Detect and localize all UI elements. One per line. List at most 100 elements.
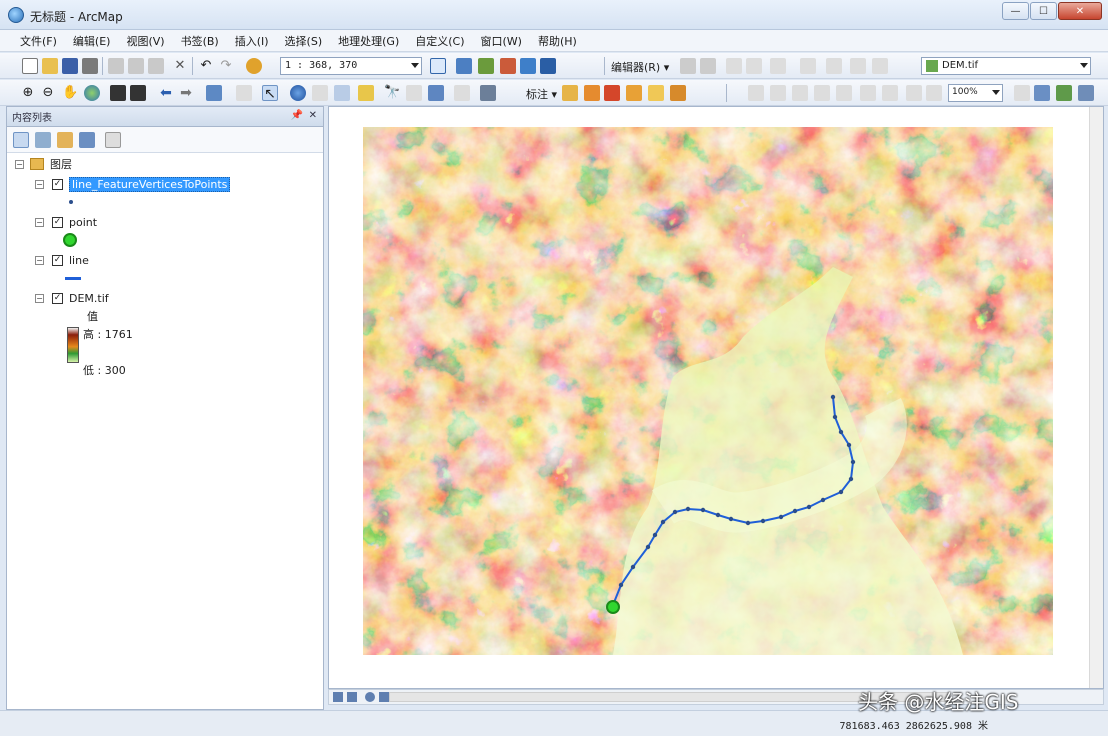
fixed-zoom-in-icon[interactable] (110, 85, 126, 101)
layer-visibility-checkbox[interactable]: ✓ (52, 254, 63, 266)
identify-icon[interactable] (290, 85, 306, 101)
layout-zoom-select[interactable]: 100% (948, 84, 1003, 102)
table-of-contents-icon[interactable] (456, 58, 472, 74)
clear-selection-icon[interactable] (236, 85, 252, 101)
collapse-icon[interactable]: − (35, 179, 44, 189)
focus-data-frame-icon[interactable] (926, 85, 942, 101)
collapse-icon[interactable]: − (35, 217, 44, 227)
vertex-point[interactable] (630, 564, 636, 570)
vertex-point[interactable] (792, 508, 798, 514)
paste-icon[interactable] (148, 58, 164, 74)
layout-pan-icon[interactable] (792, 85, 808, 101)
layout-view-button[interactable] (333, 692, 343, 702)
close-button[interactable]: ✕ (1058, 2, 1102, 20)
layer-visibility-checkbox[interactable]: ✓ (52, 216, 63, 228)
layer-row-point[interactable]: − ✓ point (35, 213, 97, 231)
vertex-point[interactable] (660, 519, 666, 525)
vertex-point[interactable] (715, 512, 721, 518)
menu-item[interactable]: 文件(F) (12, 33, 65, 49)
select-elements-icon[interactable]: ↖ (262, 85, 278, 102)
vertex-point[interactable] (846, 442, 852, 448)
menu-item[interactable]: 视图(V) (118, 33, 172, 49)
vertex-point[interactable] (838, 429, 844, 435)
vertex-point[interactable] (806, 504, 812, 510)
label-priority-icon[interactable] (584, 85, 600, 101)
minimize-button[interactable]: — (1002, 2, 1029, 20)
cut-icon[interactable] (108, 58, 124, 74)
view-unplaced-labels-icon[interactable] (670, 85, 686, 101)
vertex-point[interactable] (652, 532, 658, 538)
collapse-icon[interactable]: − (35, 255, 44, 265)
vertex-point[interactable] (618, 582, 624, 588)
label-manager-icon[interactable] (562, 85, 578, 101)
label-menu[interactable]: 标注 ▾ (526, 86, 557, 102)
layer-name[interactable]: line_FeatureVerticesToPoints (69, 176, 231, 192)
list-by-selection-icon[interactable] (79, 132, 95, 148)
layer-name[interactable]: line (69, 254, 89, 267)
toc-options-icon[interactable] (105, 132, 121, 148)
vertex-point[interactable] (700, 507, 706, 513)
layout-zoom-in-icon[interactable] (748, 85, 764, 101)
list-by-source-icon[interactable] (35, 132, 51, 148)
print-icon[interactable] (82, 58, 98, 74)
vertex-point[interactable] (838, 489, 844, 495)
layer-group[interactable]: − 图层 (15, 155, 72, 173)
zoom-in-icon[interactable]: ⊕ (20, 85, 36, 101)
attributes-icon[interactable] (850, 58, 866, 74)
split-tool-icon[interactable] (770, 58, 786, 74)
editor-toolbar-icon[interactable] (430, 58, 446, 74)
zoom-whole-page-icon[interactable] (814, 85, 830, 101)
fixed-zoom-out-icon[interactable] (130, 85, 146, 101)
vertex-point[interactable] (820, 497, 826, 503)
lock-labels-icon[interactable] (626, 85, 642, 101)
layer-name[interactable]: point (69, 216, 97, 229)
list-by-drawing-order-icon[interactable] (13, 132, 29, 148)
undo-icon[interactable]: ↶ (198, 58, 214, 74)
measure-icon[interactable] (358, 85, 374, 101)
maximize-button[interactable]: ☐ (1030, 2, 1057, 20)
pan-icon[interactable]: ✋ (62, 85, 78, 101)
data-view-button[interactable] (347, 692, 357, 702)
list-by-visibility-icon[interactable] (57, 132, 73, 148)
zoom-out-icon[interactable]: ⊖ (40, 85, 56, 101)
close-icon[interactable]: ✕ (309, 110, 317, 121)
vertex-point[interactable] (778, 514, 784, 520)
collapse-icon[interactable]: − (15, 159, 24, 169)
new-document-icon[interactable] (22, 58, 38, 74)
straight-segment-icon[interactable] (726, 58, 742, 74)
menu-item[interactable]: 书签(B) (173, 33, 227, 49)
point-symbol[interactable] (63, 231, 77, 249)
cut-polygons-icon[interactable] (826, 58, 842, 74)
vertex-point[interactable] (728, 516, 734, 522)
refresh-icon[interactable] (365, 692, 375, 702)
vertex-point[interactable] (850, 459, 856, 465)
menu-item[interactable]: 编辑(E) (65, 33, 119, 49)
target-layer-select[interactable]: DEM.tif (921, 57, 1091, 75)
pause-labeling-icon[interactable] (648, 85, 664, 101)
python-window-icon[interactable] (540, 58, 556, 74)
catalog-icon[interactable] (478, 58, 494, 74)
layout-zoom-out-icon[interactable] (770, 85, 786, 101)
pause-drawing-icon[interactable] (379, 692, 389, 702)
vertex-point[interactable] (672, 509, 678, 515)
hyperlink-icon[interactable] (312, 85, 328, 101)
find-route-icon[interactable] (406, 85, 422, 101)
layout-forward-icon[interactable] (882, 85, 898, 101)
menu-item[interactable]: 地理处理(G) (330, 33, 407, 49)
open-folder-icon[interactable] (42, 58, 58, 74)
menu-item[interactable]: 插入(I) (227, 33, 277, 49)
map-frame[interactable] (328, 106, 1104, 689)
sketch-properties-icon[interactable] (872, 58, 888, 74)
select-features-icon[interactable] (206, 85, 222, 101)
vertex-point[interactable] (745, 520, 751, 526)
arctoolbox-icon[interactable] (520, 58, 536, 74)
point-feature[interactable] (606, 600, 620, 614)
data-view-icon[interactable] (1078, 85, 1094, 101)
menu-item[interactable]: 自定义(C) (407, 33, 472, 49)
menu-item[interactable]: 选择(S) (277, 33, 331, 49)
layout-view-icon[interactable] (1056, 85, 1072, 101)
create-viewer-icon[interactable] (480, 85, 496, 101)
edit-annotation-icon[interactable] (700, 58, 716, 74)
vertex-point[interactable] (760, 518, 766, 524)
vertical-scrollbar[interactable] (1089, 107, 1103, 688)
